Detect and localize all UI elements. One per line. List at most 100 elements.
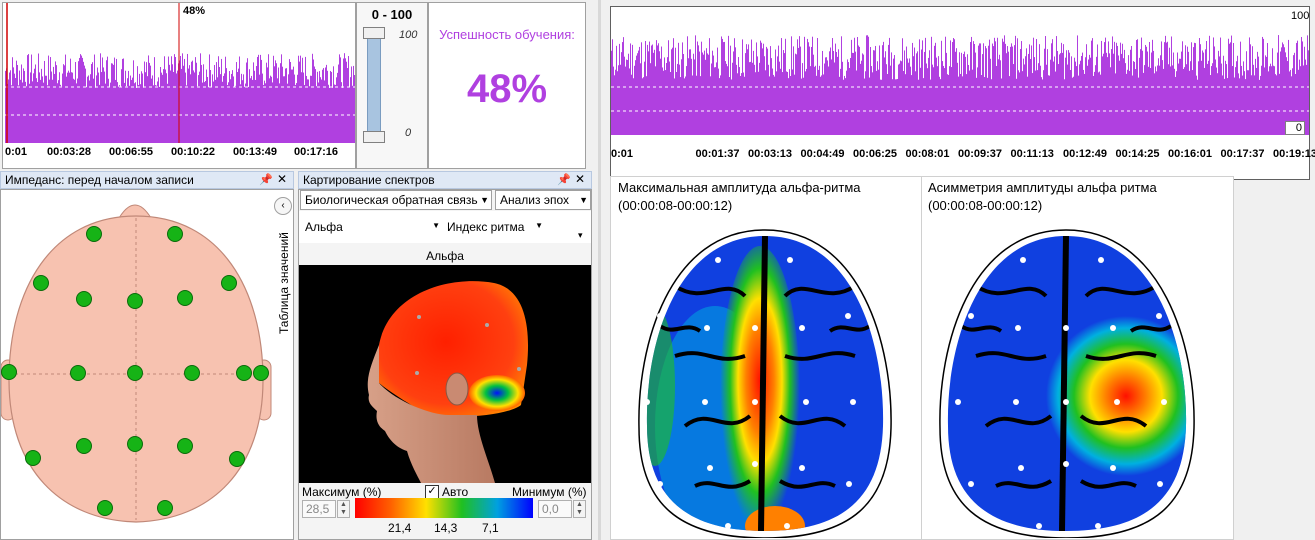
spectrum-panel-title: Картирование спектров — [303, 173, 435, 187]
map-title: Максимальная амплитуда альфа-ритма — [618, 180, 861, 195]
brain-electrode-dot — [1095, 523, 1101, 529]
chevron-down-icon: ▼ — [535, 221, 543, 230]
brain-electrode-dot — [752, 461, 758, 467]
index-combo-value: Индекс ритма — [447, 220, 525, 234]
electrode-marker[interactable] — [1, 364, 17, 380]
brain-electrode-dot — [715, 257, 721, 263]
index-combo[interactable]: Индекс ритма ▼ — [447, 220, 543, 234]
impedance-panel-header: Импеданс: перед началом записи 📌 ✕ — [0, 171, 294, 189]
mode-combo[interactable]: Биологическая обратная связь ▼ — [300, 190, 492, 210]
pin-icon[interactable]: 📌 — [259, 173, 273, 188]
electrode-marker[interactable] — [25, 450, 41, 466]
electrode-marker[interactable] — [236, 365, 252, 381]
electrode-marker[interactable] — [33, 275, 49, 291]
min-value-input[interactable]: 0,0 — [538, 500, 572, 518]
brain-electrode-dot — [846, 481, 852, 487]
brain-electrode-dot — [1036, 523, 1042, 529]
brain-electrode-dot — [725, 523, 731, 529]
alpha-amplitude-brain-map[interactable] — [615, 226, 915, 538]
right-graph-panel: 100 0 0:01 00:01:37 00:03:13 00:04:49 00:06:… — [610, 6, 1315, 180]
range-slider-top-thumb[interactable] — [363, 27, 385, 39]
electrode-marker[interactable] — [253, 365, 269, 381]
max-spin-buttons[interactable]: ▲ ▼ — [337, 500, 350, 518]
max-label: Максимум (%) — [302, 485, 382, 499]
electrode-marker[interactable] — [127, 436, 143, 452]
time-tick: 00:04:49 — [800, 148, 845, 160]
head-outline-diagram — [1, 204, 272, 523]
brain-electrode-dot — [1114, 399, 1120, 405]
brain-electrode-dot — [1161, 399, 1167, 405]
range-slider-track[interactable] — [367, 29, 381, 139]
impedance-panel-body — [0, 189, 294, 540]
brain-electrode-dot — [1156, 313, 1162, 319]
close-icon[interactable]: ✕ — [277, 172, 287, 187]
time-tick: 00:19:13 — [1273, 148, 1315, 160]
scroll-down-icon[interactable]: ▾ — [578, 230, 583, 241]
range-title: 0 - 100 — [371, 7, 413, 22]
electrode-marker[interactable] — [127, 293, 143, 309]
electrode-marker[interactable] — [86, 226, 102, 242]
time-tick: 00:17:37 — [1220, 148, 1265, 160]
electrode-marker[interactable] — [184, 365, 200, 381]
electrode-marker[interactable] — [76, 291, 92, 307]
brain-electrode-dot — [784, 523, 790, 529]
electrode-marker[interactable] — [76, 438, 92, 454]
brain-electrode-dot — [1015, 325, 1021, 331]
electrode-marker[interactable] — [157, 500, 173, 516]
brain-electrode-dot — [1098, 257, 1104, 263]
brain-electrode-dot — [1020, 257, 1026, 263]
band-combo[interactable]: Альфа ▼ — [305, 220, 440, 234]
top-left-signal-chart — [3, 3, 355, 143]
side-tab-values-table[interactable]: ‹ Таблица значений — [274, 197, 292, 334]
brain-electrode-dot — [657, 313, 663, 319]
brain-electrode-dot — [799, 325, 805, 331]
time-tick: 00:14:25 — [1115, 148, 1160, 160]
range-min-label: 0 — [405, 127, 412, 139]
auto-checkbox[interactable]: ✓ — [425, 485, 439, 499]
brain-electrode-dot — [1157, 481, 1163, 487]
vertical-divider[interactable] — [598, 0, 601, 540]
max-value-input[interactable]: 28,5 — [302, 500, 336, 518]
marker-percent: 48% — [183, 5, 206, 17]
close-icon[interactable]: ✕ — [575, 172, 585, 187]
band-combo-value: Альфа — [305, 220, 343, 234]
min-spin-buttons[interactable]: ▲ ▼ — [573, 500, 586, 518]
electrode-marker[interactable] — [167, 226, 183, 242]
electrode-marker[interactable] — [177, 290, 193, 306]
brain-electrode-dot — [1018, 465, 1024, 471]
collapse-chevron-icon[interactable]: ‹ — [274, 197, 292, 215]
right-signal-chart — [611, 35, 1309, 136]
pin-icon[interactable]: 📌 — [557, 173, 571, 188]
brain-electrode-dot — [1063, 399, 1069, 405]
electrode-marker[interactable] — [127, 365, 143, 381]
head-3d-view[interactable] — [299, 265, 591, 483]
bottom-value-box: 0 — [1285, 121, 1305, 135]
alpha-asymmetry-brain-map[interactable] — [926, 226, 1226, 538]
analysis-combo[interactable]: Анализ эпох ▼ — [495, 190, 591, 210]
time-tick: 0:01 — [611, 148, 634, 160]
electrode-marker[interactable] — [70, 365, 86, 381]
electrode-marker[interactable] — [177, 438, 193, 454]
brain-electrode-dot — [803, 399, 809, 405]
chevron-down-icon: ▼ — [579, 195, 588, 205]
electrode-marker[interactable] — [229, 451, 245, 467]
scale-tick: 14,3 — [434, 521, 458, 535]
success-label: Успешность обучения: — [439, 27, 575, 42]
scale-tick: 21,4 — [388, 521, 412, 535]
time-tick: 00:06:55 — [109, 146, 154, 158]
brain-electrode-dot — [657, 481, 663, 487]
electrode-marker[interactable] — [97, 500, 113, 516]
brain-electrode-dot — [799, 465, 805, 471]
brain-electrode-dot — [968, 481, 974, 487]
time-tick: 00:13:49 — [233, 146, 278, 158]
electrode-marker[interactable] — [221, 275, 237, 291]
maps-separator — [921, 177, 922, 540]
chevron-down-icon: ▼ — [432, 221, 440, 230]
time-tick: 00:10:22 — [171, 146, 216, 158]
brain-electrode-dot — [707, 465, 713, 471]
success-panel: Успешность обучения: 48% — [428, 2, 586, 169]
mode-combo-value: Биологическая обратная связь — [305, 193, 478, 207]
time-tick: 00:01:37 — [695, 148, 740, 160]
range-slider-bottom-thumb[interactable] — [363, 131, 385, 143]
spectrum-panel-header: Картирование спектров 📌 ✕ — [298, 171, 592, 189]
